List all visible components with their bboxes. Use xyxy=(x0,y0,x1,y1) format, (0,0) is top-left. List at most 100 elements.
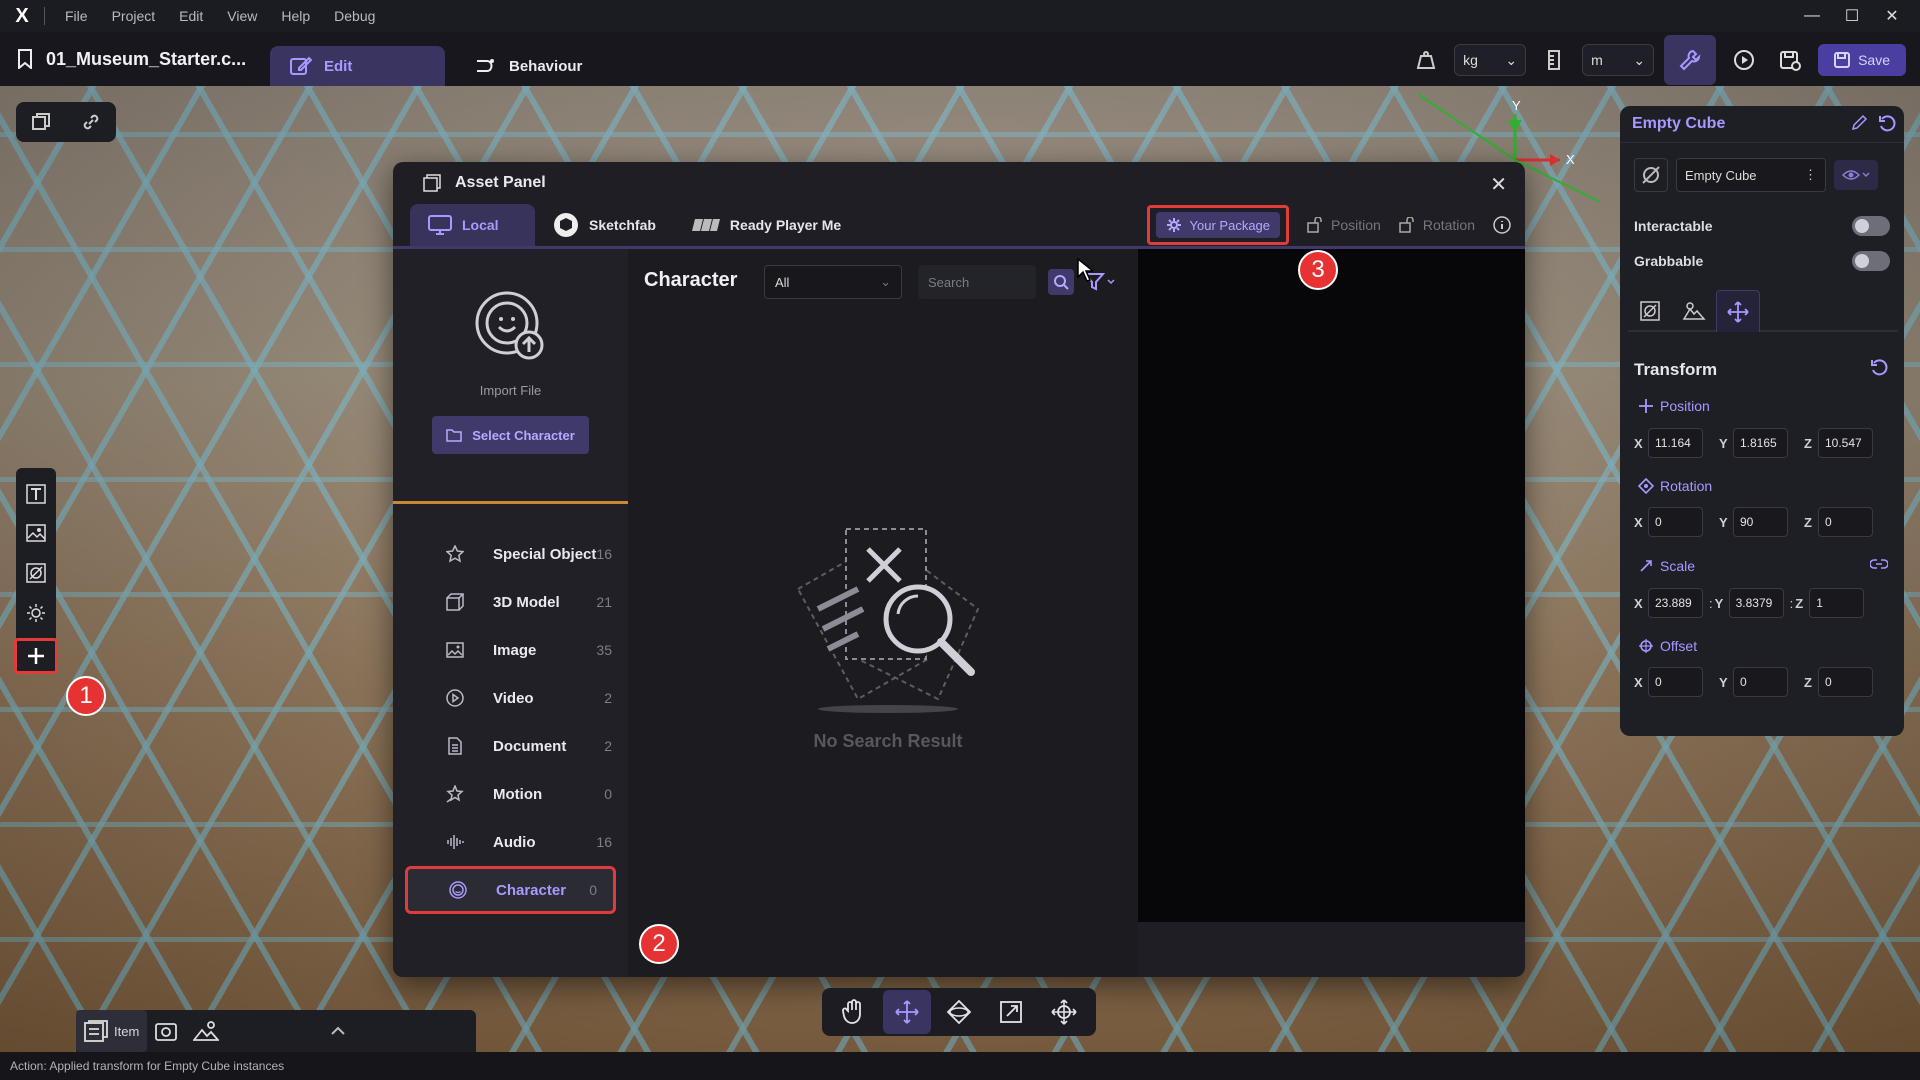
tab-rotation[interactable]: Rotation xyxy=(1399,217,1475,233)
menu-view[interactable]: View xyxy=(215,8,269,24)
rotation-fields: X 0 Y 90 Z 0 xyxy=(1634,507,1890,537)
offset-x-input[interactable]: 0 xyxy=(1648,667,1703,697)
category-filter-select[interactable]: All ⌄ xyxy=(764,265,902,299)
info-icon[interactable] xyxy=(1493,216,1511,234)
select-character-button[interactable]: Select Character xyxy=(432,416,589,454)
tab-sketchfab[interactable]: Sketchfab xyxy=(535,204,674,246)
tab-transform[interactable] xyxy=(1716,290,1760,332)
interactable-toggle[interactable] xyxy=(1852,216,1890,236)
close-window-icon[interactable]: ✕ xyxy=(1872,0,1912,32)
category-motion[interactable]: Motion 0 xyxy=(393,770,628,818)
menu-project[interactable]: Project xyxy=(100,8,168,24)
scale-z-input[interactable]: 1 xyxy=(1809,588,1865,618)
tab-material[interactable] xyxy=(1672,290,1716,332)
category-video[interactable]: Video 2 xyxy=(393,674,628,722)
tab-local[interactable]: Local xyxy=(410,204,535,246)
category-count: 0 xyxy=(604,786,612,802)
tab-object[interactable] xyxy=(1628,290,1672,332)
wrench-icon[interactable] xyxy=(1664,35,1717,85)
mass-unit-select[interactable]: kg ⌄ xyxy=(1454,44,1527,76)
transform-toolbar xyxy=(822,988,1096,1036)
duplicate-icon[interactable] xyxy=(31,112,51,132)
menu-debug[interactable]: Debug xyxy=(322,8,387,24)
close-icon[interactable]: ✕ xyxy=(1490,172,1507,197)
object-name-value: Empty Cube xyxy=(1685,167,1757,183)
import-file-area[interactable]: Import File Select Character xyxy=(393,249,628,504)
panel-icon xyxy=(423,174,441,192)
category-special-object[interactable]: Special Object 16 xyxy=(393,530,628,578)
chevron-up-icon[interactable] xyxy=(330,1026,346,1036)
category-count: 21 xyxy=(596,594,612,610)
object-name-field[interactable]: Empty Cube ⋮ xyxy=(1676,158,1826,192)
menu-edit[interactable]: Edit xyxy=(167,8,215,24)
minimize-icon[interactable]: — xyxy=(1792,0,1832,32)
category-character[interactable]: Character 0 xyxy=(405,866,616,914)
menu-file[interactable]: File xyxy=(53,8,100,24)
tab-position[interactable]: Position xyxy=(1307,217,1381,233)
dock-camera-tab[interactable] xyxy=(147,1010,185,1052)
step-badge-2: 2 xyxy=(639,924,679,964)
axis-y-label: Y xyxy=(1719,514,1728,530)
scale-x-input[interactable]: 23.889 xyxy=(1648,588,1703,618)
position-x-input[interactable]: 11.164 xyxy=(1648,428,1703,458)
pencil-icon[interactable] xyxy=(1850,114,1868,132)
position-y-input[interactable]: 1.8165 xyxy=(1733,428,1788,458)
play-preview-icon[interactable] xyxy=(1726,42,1762,78)
search-input[interactable] xyxy=(918,265,1036,299)
menu-help[interactable]: Help xyxy=(269,8,322,24)
light-tool-icon[interactable] xyxy=(21,597,51,629)
more-options-icon[interactable]: ⋮ xyxy=(1804,167,1817,183)
grabbable-toggle[interactable] xyxy=(1852,251,1890,271)
ready-player-me-icon xyxy=(691,217,720,233)
rotation-label-text: Rotation xyxy=(1660,478,1713,494)
status-text: Action: Applied transform for Empty Cube… xyxy=(10,1059,285,1073)
category-document[interactable]: Document 2 xyxy=(393,722,628,770)
your-package-button[interactable]: Your Package xyxy=(1155,212,1281,238)
visibility-toggle[interactable] xyxy=(1834,160,1878,190)
publish-icon[interactable] xyxy=(1772,42,1808,78)
tab-behaviour[interactable]: Behaviour xyxy=(455,46,605,86)
your-package-highlight: Your Package xyxy=(1146,205,1290,245)
maximize-icon[interactable]: ☐ xyxy=(1832,0,1872,32)
link-scale-icon[interactable] xyxy=(1870,558,1888,570)
category-image[interactable]: Image 35 xyxy=(393,626,628,674)
offset-fields: X 0 Y 0 Z 0 xyxy=(1634,667,1890,697)
rotation-y-input[interactable]: 90 xyxy=(1733,507,1788,537)
category-label: Video xyxy=(493,689,534,707)
tab-edit[interactable]: Edit xyxy=(270,46,445,86)
tab-ready-player-me[interactable]: Ready Player Me xyxy=(674,204,859,246)
search-icon[interactable] xyxy=(1048,269,1074,295)
position-z-input[interactable]: 10.547 xyxy=(1818,428,1873,458)
axis-z-label: Z xyxy=(1804,514,1812,530)
toolbar-right: kg ⌄ m ⌄ Save xyxy=(1408,35,1906,85)
object-name-row: Empty Cube ⋮ xyxy=(1634,158,1878,192)
offset-z-input[interactable]: 0 xyxy=(1818,667,1873,697)
scale-y-input[interactable]: 3.8379 xyxy=(1728,588,1784,618)
offset-y-input[interactable]: 0 xyxy=(1733,667,1788,697)
category-3d-model[interactable]: 3D Model 21 xyxy=(393,578,628,626)
save-button[interactable]: Save xyxy=(1818,44,1906,76)
rotation-x-input[interactable]: 0 xyxy=(1648,507,1703,537)
no-result-illustration-icon xyxy=(778,509,998,719)
image-tool-icon[interactable] xyxy=(21,518,51,550)
link-icon[interactable] xyxy=(81,112,101,132)
your-package-label: Your Package xyxy=(1189,217,1271,233)
move-tool-icon[interactable] xyxy=(882,990,931,1034)
pivot-tool-icon[interactable] xyxy=(1040,990,1088,1034)
add-asset-button[interactable] xyxy=(14,638,58,674)
rotation-z-input[interactable]: 0 xyxy=(1818,507,1873,537)
dock-environment-tab[interactable] xyxy=(185,1010,227,1052)
reset-icon[interactable] xyxy=(1878,114,1896,132)
reset-icon[interactable] xyxy=(1870,358,1888,376)
scale-tool-icon[interactable] xyxy=(987,990,1035,1034)
rotate-tool-icon[interactable] xyxy=(935,990,983,1034)
star-icon xyxy=(443,545,467,563)
text-tool-icon[interactable] xyxy=(21,478,51,510)
hand-tool-icon[interactable] xyxy=(830,990,878,1034)
category-audio[interactable]: Audio 16 xyxy=(393,818,628,866)
length-unit-select[interactable]: m ⌄ xyxy=(1582,44,1655,76)
empty-object-icon[interactable] xyxy=(21,557,51,589)
dock-item-tab[interactable]: Item xyxy=(76,1010,148,1052)
filter-select-value: All xyxy=(775,274,790,290)
cube-icon xyxy=(443,593,467,611)
